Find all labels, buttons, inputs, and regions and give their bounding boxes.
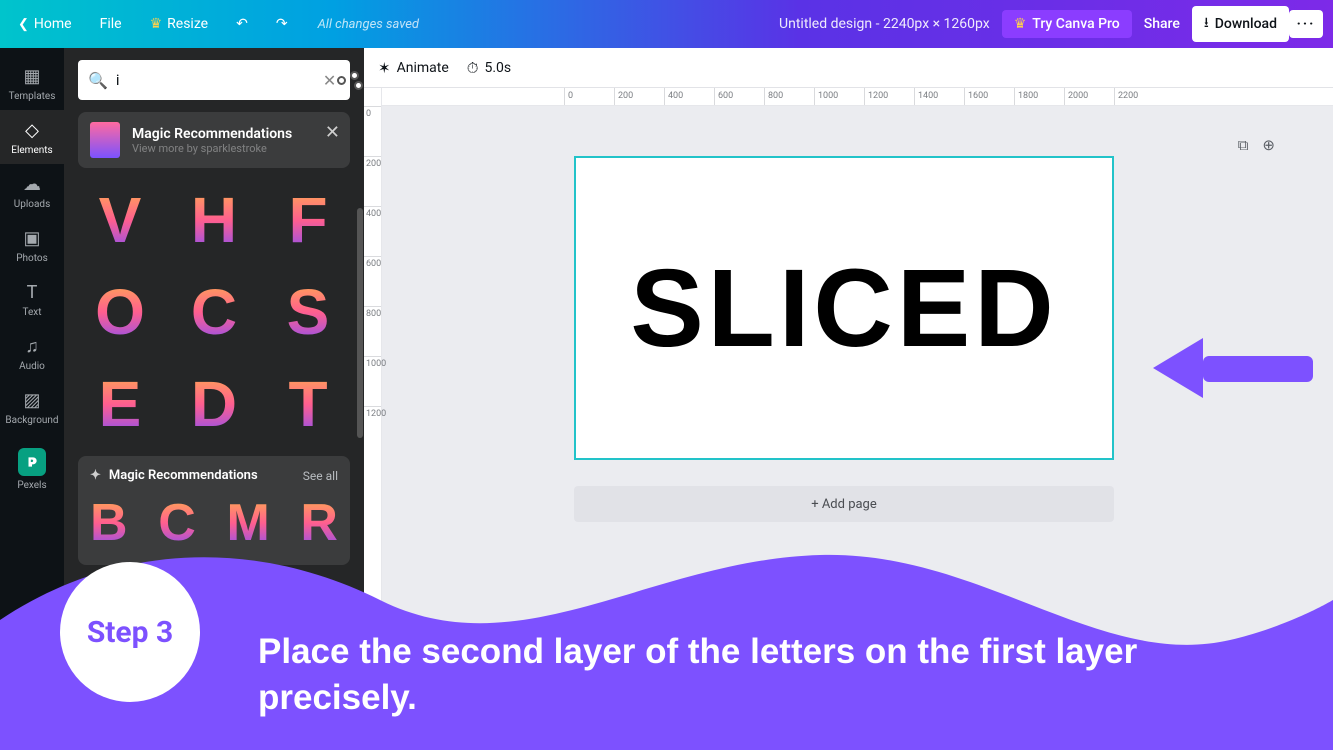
element-letter[interactable]: S bbox=[266, 270, 350, 354]
tutorial-overlay: Step 3 Place the second layer of the let… bbox=[0, 530, 1333, 750]
rail-photos[interactable]: ▣ Photos bbox=[0, 218, 64, 272]
panel-scrollbar[interactable] bbox=[357, 208, 363, 438]
rail-label: Audio bbox=[19, 361, 45, 372]
letter-thumb-icon bbox=[90, 122, 120, 158]
redo-icon: ↷ bbox=[276, 16, 288, 32]
search-bar: 🔍 ✕ bbox=[78, 60, 350, 100]
app-header: ❮ Home File ♛ Resize ↶ ↷ All changes sav… bbox=[0, 0, 1333, 48]
step-number: Step 3 bbox=[87, 615, 173, 650]
crown-icon: ♛ bbox=[1014, 16, 1027, 32]
image-icon: ▣ bbox=[23, 228, 40, 249]
rec-row-title: Magic Recommendations bbox=[109, 468, 258, 483]
cloud-upload-icon: ☁ bbox=[23, 174, 41, 195]
more-menu-button[interactable]: ··· bbox=[1289, 10, 1323, 38]
share-button[interactable]: Share bbox=[1132, 10, 1192, 38]
see-all-link[interactable]: See all bbox=[303, 469, 338, 483]
element-letter[interactable]: D bbox=[172, 362, 256, 446]
download-button[interactable]: ⭳ Download bbox=[1192, 6, 1289, 42]
rail-elements[interactable]: ◇ Elements bbox=[0, 110, 64, 164]
element-letter[interactable]: C bbox=[172, 270, 256, 354]
add-page-button[interactable]: + Add page bbox=[574, 486, 1114, 522]
download-label: Download bbox=[1215, 16, 1277, 32]
try-pro-label: Try Canva Pro bbox=[1032, 16, 1119, 32]
chevron-left-icon: ❮ bbox=[18, 17, 29, 32]
element-letter[interactable]: V bbox=[78, 178, 162, 262]
ruler-horizontal: 0200400600800100012001400160018002000220… bbox=[364, 88, 1333, 106]
header-left: ❮ Home File ♛ Resize ↶ ↷ All changes sav… bbox=[10, 12, 419, 36]
close-icon[interactable]: ✕ bbox=[325, 122, 340, 143]
home-button[interactable]: ❮ Home bbox=[10, 12, 80, 36]
music-note-icon: ♫ bbox=[25, 336, 39, 357]
document-title[interactable]: Untitled design - 2240px × 1260px bbox=[779, 16, 990, 32]
rail-label: Templates bbox=[9, 91, 56, 102]
element-letter[interactable]: H bbox=[172, 178, 256, 262]
save-status: All changes saved bbox=[318, 17, 419, 32]
undo-icon: ↶ bbox=[236, 16, 248, 32]
rail-templates[interactable]: ▦ Templates bbox=[0, 56, 64, 110]
resize-button[interactable]: ♛ Resize bbox=[142, 12, 217, 36]
stopwatch-icon: ⏱ bbox=[467, 59, 479, 77]
animate-icon: ✶ bbox=[378, 59, 391, 77]
page-tools: ⧉ ⊕ bbox=[1238, 136, 1275, 154]
rail-label: Elements bbox=[11, 145, 52, 156]
sparkle-icon: ✦ bbox=[90, 468, 101, 483]
rail-audio[interactable]: ♫ Audio bbox=[0, 326, 64, 380]
file-label: File bbox=[100, 16, 122, 32]
letter-grid: V H F O C S E D T bbox=[64, 178, 364, 446]
duplicate-page-icon[interactable]: ⧉ bbox=[1238, 136, 1249, 154]
step-badge: Step 3 bbox=[60, 562, 200, 702]
share-label: Share bbox=[1144, 16, 1180, 32]
add-page-label: + Add page bbox=[811, 497, 877, 512]
elements-icon: ◇ bbox=[25, 120, 39, 141]
canvas-toolbar: ✶ Animate ⏱ 5.0s bbox=[364, 48, 1333, 88]
file-menu[interactable]: File bbox=[92, 12, 130, 36]
element-letter[interactable]: T bbox=[266, 362, 350, 446]
artboard-selected[interactable]: SLICED bbox=[574, 156, 1114, 460]
undo-button[interactable]: ↶ bbox=[228, 12, 256, 36]
element-letter[interactable]: F bbox=[266, 178, 350, 262]
download-icon: ⭳ bbox=[1204, 12, 1209, 36]
pexels-icon bbox=[18, 448, 46, 476]
duration-value: 5.0s bbox=[484, 60, 511, 76]
clear-search-icon[interactable]: ✕ bbox=[323, 71, 336, 90]
search-icon: 🔍 bbox=[88, 71, 108, 90]
rail-label: Text bbox=[22, 307, 41, 318]
home-label: Home bbox=[34, 16, 72, 32]
rec-banner-title: Magic Recommendations bbox=[132, 126, 292, 142]
add-page-icon[interactable]: ⊕ bbox=[1262, 136, 1275, 154]
step-instructions: Place the second layer of the letters on… bbox=[258, 629, 1293, 720]
rail-text[interactable]: T Text bbox=[0, 272, 64, 326]
templates-icon: ▦ bbox=[23, 66, 40, 87]
rec-banner-sub: View more by sparklestroke bbox=[132, 142, 292, 155]
text-icon: T bbox=[27, 282, 38, 303]
resize-label: Resize bbox=[167, 16, 208, 32]
canvas-text[interactable]: SLICED bbox=[630, 245, 1057, 372]
redo-button[interactable]: ↷ bbox=[268, 12, 296, 36]
crown-icon: ♛ bbox=[150, 16, 163, 32]
rail-label: Photos bbox=[16, 253, 48, 264]
rail-label: Uploads bbox=[14, 199, 50, 210]
try-pro-button[interactable]: ♛ Try Canva Pro bbox=[1002, 10, 1132, 38]
animate-label: Animate bbox=[397, 60, 449, 76]
search-input[interactable] bbox=[116, 71, 315, 89]
rail-uploads[interactable]: ☁ Uploads bbox=[0, 164, 64, 218]
hatch-icon: ▨ bbox=[23, 390, 40, 411]
element-letter[interactable]: E bbox=[78, 362, 162, 446]
element-letter[interactable]: O bbox=[78, 270, 162, 354]
duration-button[interactable]: ⏱ 5.0s bbox=[467, 59, 511, 77]
rail-background[interactable]: ▨ Background bbox=[0, 380, 64, 434]
animate-button[interactable]: ✶ Animate bbox=[378, 59, 449, 77]
rail-label: Pexels bbox=[17, 480, 46, 491]
rail-pexels[interactable]: Pexels bbox=[0, 434, 64, 499]
dots-icon: ··· bbox=[1297, 16, 1316, 32]
tutorial-arrow-icon bbox=[1153, 338, 1313, 398]
rail-label: Background bbox=[5, 415, 58, 426]
recommendation-banner[interactable]: Magic Recommendations View more by spark… bbox=[78, 112, 350, 168]
